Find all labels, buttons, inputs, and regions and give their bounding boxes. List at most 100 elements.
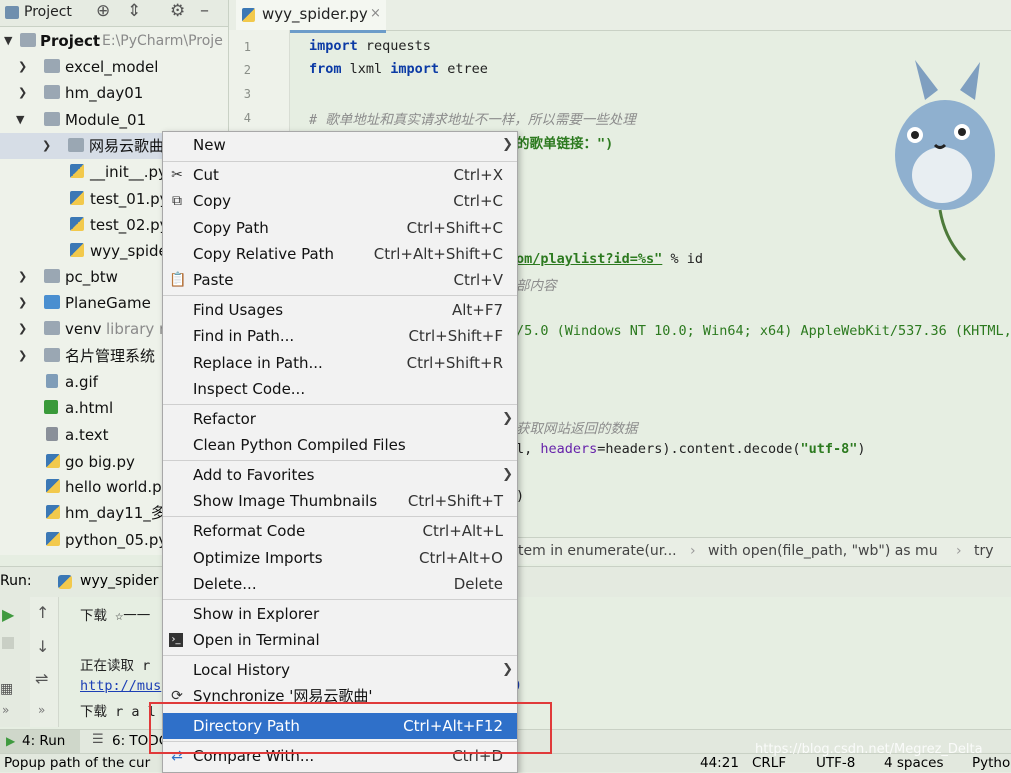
menu-item-paste[interactable]: 📋 Paste Ctrl+V [163, 267, 517, 293]
collapse-icon[interactable]: ⇕ [127, 1, 141, 21]
more-icon[interactable]: » [2, 703, 9, 717]
menu-item-find-in-path[interactable]: Find in Path... Ctrl+Shift+F [163, 323, 517, 349]
python-file-icon [70, 243, 84, 257]
project-panel-title[interactable]: Project [24, 4, 72, 20]
menu-separator [163, 516, 517, 517]
folder-icon [44, 112, 60, 126]
menu-item-replace-in-path[interactable]: Replace in Path... Ctrl+Shift+R [163, 350, 517, 376]
tree-item-label: hm_day11_多 [65, 504, 166, 522]
chevron-right-icon[interactable]: ❯ [18, 316, 27, 342]
tree-item-label: 名片管理系统 [65, 347, 156, 365]
close-icon[interactable]: × [370, 0, 381, 28]
run-toolbar: ▶ ▦ » [0, 597, 30, 727]
menu-item-delete[interactable]: Delete... Delete [163, 571, 517, 597]
run-output-link[interactable]: http://mus [80, 678, 161, 694]
more-icon[interactable]: » [38, 703, 45, 717]
tree-root[interactable]: ▼ Project E:\PyCharm\Proje [0, 28, 228, 54]
tab-run-label: 4: Run [22, 733, 66, 749]
menu-item-copy-path[interactable]: Copy Path Ctrl+Shift+C [163, 215, 517, 241]
menu-item-new[interactable]: New ❯ [163, 132, 517, 158]
code-line-1[interactable]: import requests [309, 38, 431, 54]
python-file-icon [242, 8, 255, 22]
menu-item-show-thumbnails[interactable]: Show Image Thumbnails Ctrl+Shift+T [163, 488, 517, 514]
folder-icon [44, 85, 60, 99]
chevron-right-icon[interactable]: ❯ [42, 133, 51, 159]
scissors-icon: ✂ [171, 167, 183, 183]
menu-item-add-to-favorites[interactable]: Add to Favorites ❯ [163, 462, 517, 488]
image-file-icon [46, 374, 58, 388]
menu-item-label: Add to Favorites [193, 466, 315, 484]
chevron-right-icon[interactable]: ❯ [18, 80, 27, 106]
tree-item-label: a.gif [65, 373, 98, 391]
tree-item[interactable]: ▼ Module_01 [0, 107, 228, 133]
folder-icon [44, 59, 60, 73]
tree-item[interactable]: ❯ excel_model [0, 54, 228, 80]
todo-list-icon: ☰ [92, 732, 104, 747]
menu-item-shortcut: Ctrl+V [453, 271, 503, 289]
run-label: Run: [0, 573, 32, 589]
python-file-icon [46, 532, 60, 546]
breadcrumb-item[interactable]: tem in enumerate(ur... [518, 538, 677, 564]
menu-item-show-in-explorer[interactable]: Show in Explorer [163, 601, 517, 627]
menu-item-local-history[interactable]: Local History ❯ [163, 657, 517, 683]
menu-item-clean-compiled[interactable]: Clean Python Compiled Files [163, 432, 517, 458]
code-line-useragent[interactable]: /5.0 (Windows NT 10.0; Win64; x64) Apple… [516, 323, 1011, 339]
code-line-url[interactable]: om/playlist?id=%s" % id [516, 251, 703, 267]
menu-separator [163, 295, 517, 296]
line-number: 2 [243, 63, 251, 77]
tab-run[interactable]: ▶ 4: Run [0, 730, 80, 754]
editor-tab-label: wyy_spider.py [262, 5, 368, 23]
chevron-down-icon[interactable]: ▼ [16, 107, 24, 133]
code-line-partial[interactable]: 的歌单链接：") [516, 132, 613, 152]
menu-separator [163, 404, 517, 405]
cursor-position[interactable]: 44:21 [700, 754, 739, 772]
menu-separator [163, 460, 517, 461]
chevron-down-icon[interactable]: ▼ [4, 28, 12, 54]
project-icon [5, 6, 19, 19]
menu-item-shortcut: Ctrl+Shift+F [408, 327, 503, 345]
tree-item[interactable]: ❯ hm_day01 [0, 80, 228, 106]
menu-item-open-in-terminal[interactable]: ›_ Open in Terminal [163, 627, 517, 653]
menu-item-copy[interactable]: ⧉ Copy Ctrl+C [163, 188, 517, 214]
menu-item-reformat-code[interactable]: Reformat Code Ctrl+Alt+L [163, 518, 517, 544]
menu-item-inspect-code[interactable]: Inspect Code... [163, 376, 517, 402]
menu-item-refactor[interactable]: Refactor ❯ [163, 406, 517, 432]
layout-icon[interactable]: ▦ [0, 681, 13, 697]
soft-wrap-icon[interactable]: ⇌ [35, 669, 48, 688]
breadcrumb-item[interactable]: try [974, 538, 994, 564]
context-menu: New ❯ ✂ Cut Ctrl+X ⧉ Copy Ctrl+C Copy Path Ctr… [162, 131, 518, 773]
menu-item-cut[interactable]: ✂ Cut Ctrl+X [163, 162, 517, 188]
breadcrumb-separator-icon: › [690, 543, 696, 559]
menu-item-optimize-imports[interactable]: Optimize Imports Ctrl+Alt+O [163, 545, 517, 571]
chevron-right-icon[interactable]: ❯ [18, 290, 27, 316]
breadcrumb-item[interactable]: with open(file_path, "wb") as mu [708, 538, 938, 564]
python-icon [58, 575, 72, 589]
rerun-icon[interactable]: ▶ [2, 605, 14, 624]
menu-item-label: Optimize Imports [193, 549, 323, 567]
breadcrumb: tem in enumerate(ur... › with open(file_… [510, 537, 1011, 564]
code-comment[interactable]: # 歌单地址和真实请求地址不一样，所以需要一些处理 [309, 108, 636, 128]
code-line-request[interactable]: l, headers=headers).content.decode("utf-… [516, 441, 866, 457]
code-token: "utf-8" [800, 441, 858, 457]
menu-item-copy-relative-path[interactable]: Copy Relative Path Ctrl+Alt+Shift+C [163, 241, 517, 267]
crosshair-icon[interactable]: ⊕ [96, 1, 110, 21]
code-token: etree [439, 61, 488, 77]
chevron-right-icon[interactable]: ❯ [18, 264, 27, 290]
submenu-arrow-icon: ❯ [502, 137, 513, 152]
minimize-icon[interactable]: – [200, 0, 209, 21]
code-line-2[interactable]: from lxml import etree [309, 61, 488, 77]
arrow-down-icon[interactable]: ↓ [36, 637, 49, 656]
arrow-up-icon[interactable]: ↑ [36, 603, 49, 622]
code-comment[interactable]: 部内容 [516, 274, 557, 294]
menu-item-label: Copy Path [193, 219, 269, 237]
folder-icon [44, 348, 60, 362]
menu-item-label: Cut [193, 166, 219, 184]
gear-icon[interactable]: ⚙ [170, 1, 185, 21]
stop-icon[interactable] [2, 637, 14, 649]
run-config-name[interactable]: wyy_spider [80, 573, 158, 589]
editor-tab[interactable]: wyy_spider.py × [236, 0, 386, 33]
menu-item-find-usages[interactable]: Find Usages Alt+F7 [163, 297, 517, 323]
chevron-right-icon[interactable]: ❯ [18, 54, 27, 80]
code-comment[interactable]: 获取网站返回的数据 [516, 417, 638, 437]
chevron-right-icon[interactable]: ❯ [18, 343, 27, 369]
